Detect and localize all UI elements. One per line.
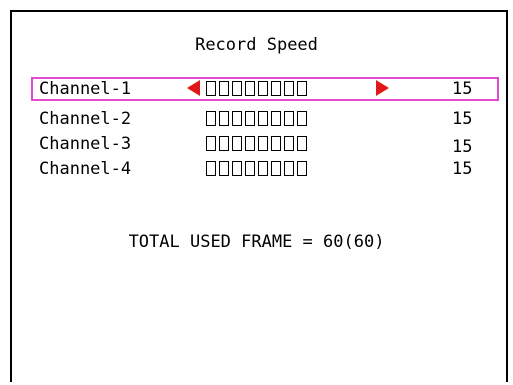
speed-block xyxy=(284,136,294,151)
page-title: Record Speed xyxy=(195,35,318,55)
speed-block xyxy=(271,81,281,96)
osd-frame xyxy=(10,10,508,382)
channel-label: Channel-1 xyxy=(39,79,132,99)
speed-block xyxy=(245,136,255,151)
channel-value: 15 xyxy=(452,109,473,129)
channel-value: 15 xyxy=(452,137,473,157)
channel-row-1[interactable]: Channel-1 15 xyxy=(31,77,499,101)
speed-block xyxy=(258,136,268,151)
left-arrow-icon[interactable] xyxy=(187,80,200,96)
speed-block xyxy=(232,81,242,96)
speed-block xyxy=(245,81,255,96)
speed-block xyxy=(206,111,216,126)
speed-block xyxy=(232,161,242,176)
speed-block xyxy=(206,161,216,176)
channel-row-2[interactable]: Channel-2 15 xyxy=(31,107,499,131)
total-used-frame: TOTAL USED FRAME = 60(60) xyxy=(128,232,385,252)
speed-block xyxy=(245,111,255,126)
channel-row-4[interactable]: Channel-4 15 xyxy=(31,157,499,181)
speed-block xyxy=(271,111,281,126)
speed-block xyxy=(284,161,294,176)
speed-block xyxy=(232,136,242,151)
speed-block xyxy=(297,81,307,96)
speed-block xyxy=(271,136,281,151)
channel-label: Channel-4 xyxy=(39,159,132,179)
speed-block xyxy=(245,161,255,176)
speed-block xyxy=(206,136,216,151)
speed-bar xyxy=(206,161,307,176)
speed-block xyxy=(232,111,242,126)
speed-block xyxy=(297,136,307,151)
speed-block xyxy=(284,111,294,126)
speed-block xyxy=(297,161,307,176)
speed-block xyxy=(297,111,307,126)
speed-block xyxy=(284,81,294,96)
speed-block xyxy=(219,111,229,126)
speed-block xyxy=(219,161,229,176)
channel-row-3[interactable]: Channel-3 15 xyxy=(31,132,499,157)
speed-bar xyxy=(206,111,307,126)
channel-value: 15 xyxy=(452,159,473,179)
channel-label: Channel-2 xyxy=(39,109,132,129)
right-arrow-icon[interactable] xyxy=(376,80,389,96)
channel-value: 15 xyxy=(452,79,473,99)
speed-block xyxy=(258,111,268,126)
channel-label: Channel-3 xyxy=(39,134,132,154)
speed-bar xyxy=(206,136,307,151)
speed-block xyxy=(271,161,281,176)
speed-block xyxy=(258,81,268,96)
speed-block xyxy=(219,81,229,96)
speed-block xyxy=(258,161,268,176)
speed-bar xyxy=(206,81,307,96)
speed-block xyxy=(219,136,229,151)
speed-block xyxy=(206,81,216,96)
